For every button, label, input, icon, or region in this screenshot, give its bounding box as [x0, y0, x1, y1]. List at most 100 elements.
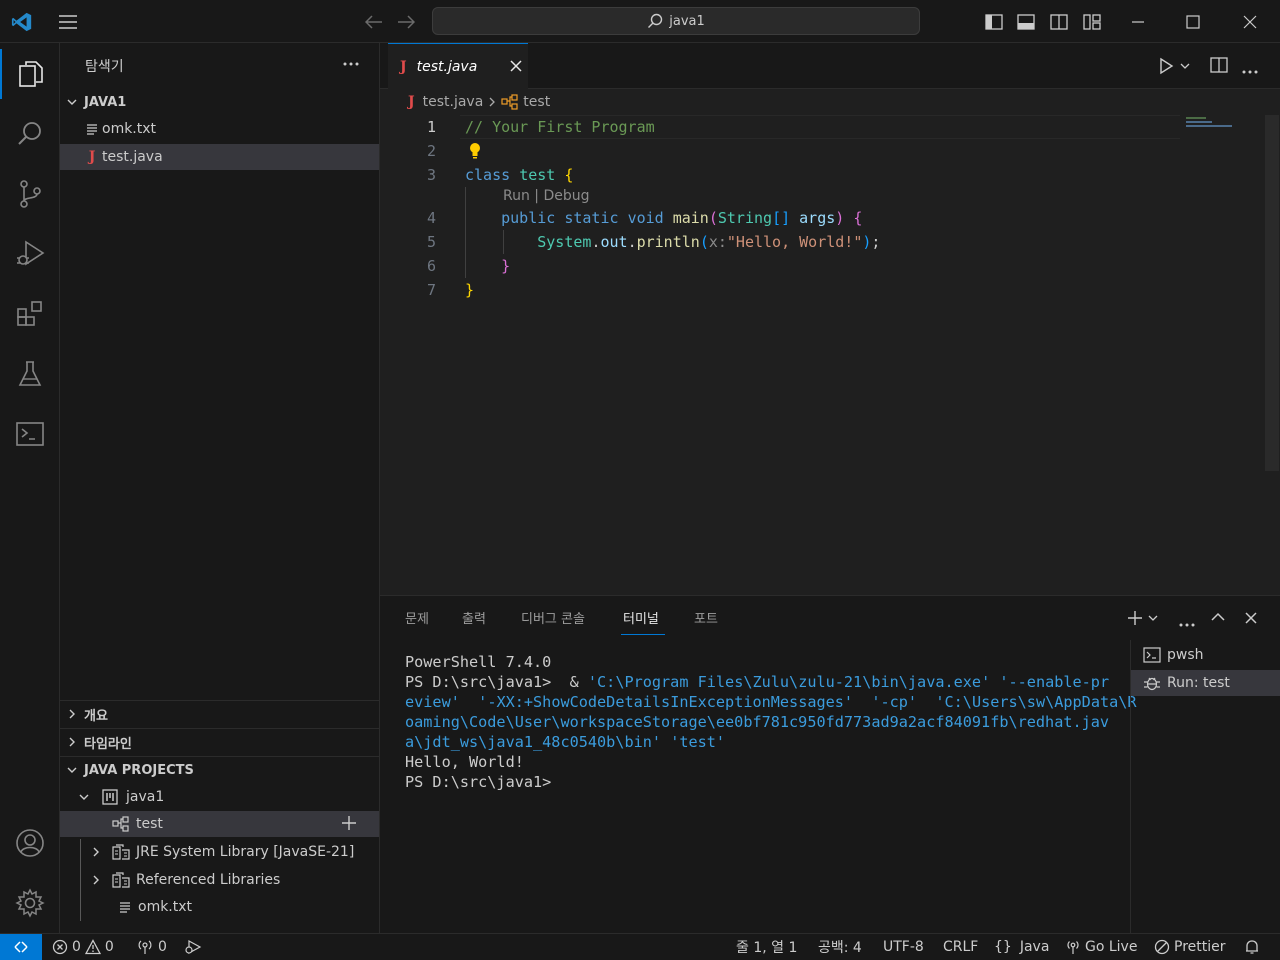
indentation[interactable]: 공백: 4	[818, 934, 862, 960]
breadcrumb: J test.java test	[408, 91, 550, 113]
debug-status-icon[interactable]	[184, 934, 202, 960]
minimap[interactable]	[1186, 117, 1236, 129]
file-item-omk[interactable]: omk.txt	[60, 116, 379, 142]
codelens-run-debug[interactable]: Run | Debug	[503, 187, 590, 206]
menu-icon[interactable]	[52, 0, 84, 43]
tab-debug-console[interactable]: 디버그 콘솔	[521, 608, 585, 627]
maximize-window-icon[interactable]	[1179, 0, 1207, 43]
indent-guide	[465, 187, 466, 278]
project-item-java1[interactable]: java1	[60, 784, 379, 810]
maximize-panel-icon[interactable]	[1211, 611, 1225, 627]
vscode-logo-icon	[8, 0, 36, 43]
code-line-6: }	[501, 257, 511, 275]
project-item-jre[interactable]: JRE System Library [JavaSE-21]	[60, 839, 379, 865]
new-terminal-button[interactable]	[1126, 609, 1158, 627]
timeline-section-header[interactable]: 타임라인	[60, 729, 379, 755]
outline-section-header[interactable]: 개요	[60, 701, 379, 727]
project-item-omk-txt[interactable]: omk.txt	[60, 894, 379, 920]
java-file-icon: J	[408, 94, 415, 110]
add-icon[interactable]	[340, 814, 358, 832]
activity-bar	[0, 43, 60, 933]
language-mode[interactable]: {} Java	[994, 934, 1049, 960]
extensions-icon[interactable]	[0, 289, 60, 339]
project-item-referenced-libraries[interactable]: Referenced Libraries	[60, 867, 379, 893]
breadcrumb-symbol[interactable]: test	[523, 94, 550, 110]
editor-tabs: J test.java	[380, 43, 1280, 89]
testing-icon[interactable]	[0, 349, 60, 399]
notifications-bell-icon[interactable]	[1244, 934, 1260, 960]
encoding[interactable]: UTF-8	[883, 934, 924, 960]
error-icon	[52, 939, 68, 955]
error-count: 0	[72, 939, 81, 955]
timeline-title: 타임라인	[84, 736, 132, 752]
close-tab-icon[interactable]	[509, 59, 523, 73]
chevron-down-icon	[1180, 63, 1190, 69]
run-java-button[interactable]	[1158, 57, 1190, 75]
more-actions-icon[interactable]	[340, 53, 362, 75]
terminal-line: a\jdt_ws\java1_48c0540b\bin' 'test'	[405, 733, 726, 751]
java-file-icon: J	[88, 149, 96, 165]
tab-ports[interactable]: 포트	[694, 608, 718, 627]
terminal-output[interactable]: PowerShell 7.4.0 PS D:\src\java1> & 'C:\P…	[405, 652, 1137, 792]
code-line-3: class test {	[465, 166, 574, 184]
line-number: 4	[426, 209, 436, 227]
indent-guide	[503, 230, 504, 254]
terminal-item-pwsh[interactable]: pwsh	[1131, 642, 1280, 668]
forward-arrow-icon[interactable]	[392, 0, 420, 43]
broadcast-icon	[138, 940, 152, 954]
cursor-position[interactable]: 줄 1, 열 1	[736, 934, 797, 960]
chevron-down-icon	[64, 94, 80, 110]
prettier-button[interactable]: Prettier	[1154, 934, 1226, 960]
terminal-name: Run: test	[1167, 675, 1230, 691]
project-item-test-class[interactable]: test	[60, 811, 379, 837]
command-center-search[interactable]: java1	[432, 7, 920, 35]
close-window-icon[interactable]	[1236, 0, 1264, 43]
toggle-primary-sidebar-icon[interactable]	[982, 0, 1006, 43]
library-icon	[112, 844, 130, 860]
remote-indicator[interactable]	[0, 934, 42, 960]
problems-indicator[interactable]: 0 0	[52, 934, 114, 960]
workspace-section-header[interactable]: JAVA1	[60, 89, 379, 115]
minimize-window-icon[interactable]	[1124, 0, 1152, 43]
close-panel-icon[interactable]	[1244, 611, 1258, 629]
split-editor-icon[interactable]	[1210, 56, 1228, 78]
tab-problems[interactable]: 문제	[405, 608, 429, 627]
file-item-test-java[interactable]: J test.java	[60, 144, 379, 170]
java-projects-section-header[interactable]: JAVA PROJECTS	[60, 757, 379, 783]
account-icon[interactable]	[0, 818, 60, 868]
manage-gear-icon[interactable]	[0, 878, 60, 928]
breadcrumb-file[interactable]: test.java	[423, 94, 484, 110]
run-and-debug-icon[interactable]	[0, 229, 60, 279]
lightbulb-icon[interactable]	[468, 142, 482, 164]
tab-output[interactable]: 출력	[462, 608, 486, 627]
line-number: 6	[426, 257, 436, 275]
tab-terminal[interactable]: 터미널	[623, 608, 659, 627]
terminal-line: PS D:\src\java1>	[405, 773, 561, 791]
line-ending[interactable]: CRLF	[943, 934, 978, 960]
customize-layout-icon[interactable]	[1080, 0, 1104, 43]
go-live-button[interactable]: Go Live	[1065, 934, 1137, 960]
toggle-secondary-sidebar-icon[interactable]	[1047, 0, 1071, 43]
file-name: omk.txt	[138, 899, 193, 915]
search-icon[interactable]	[0, 109, 60, 159]
explorer-icon[interactable]	[0, 49, 60, 99]
code-line-1: // Your First Program	[465, 118, 655, 136]
source-control-icon[interactable]	[0, 169, 60, 219]
terminal-line: PowerShell 7.4.0	[405, 653, 552, 671]
add-icon	[1128, 611, 1142, 625]
panel-more-actions-icon[interactable]	[1179, 616, 1195, 631]
java-projects-title: JAVA PROJECTS	[84, 762, 194, 778]
explorer-sidebar: 탐색기 JAVA1 omk.txt J test.java 개요 타임라인 JA…	[60, 43, 380, 933]
editor-scrollbar[interactable]	[1265, 115, 1279, 471]
editor-tab-test-java[interactable]: J test.java	[388, 43, 528, 89]
editor-more-actions-icon[interactable]	[1242, 63, 1258, 78]
back-arrow-icon[interactable]	[360, 0, 388, 43]
terminal-line: oaming\Code\User\workspaceStorage\ee0bf7…	[405, 713, 1110, 731]
terminal-view-icon[interactable]	[0, 409, 60, 459]
ports-indicator[interactable]: 0	[136, 934, 167, 960]
toggle-panel-icon[interactable]	[1014, 0, 1038, 43]
warning-count: 0	[104, 939, 114, 955]
outline-title: 개요	[84, 708, 108, 724]
terminal-item-run-test[interactable]: Run: test	[1131, 670, 1280, 696]
prohibited-icon	[1154, 939, 1170, 955]
